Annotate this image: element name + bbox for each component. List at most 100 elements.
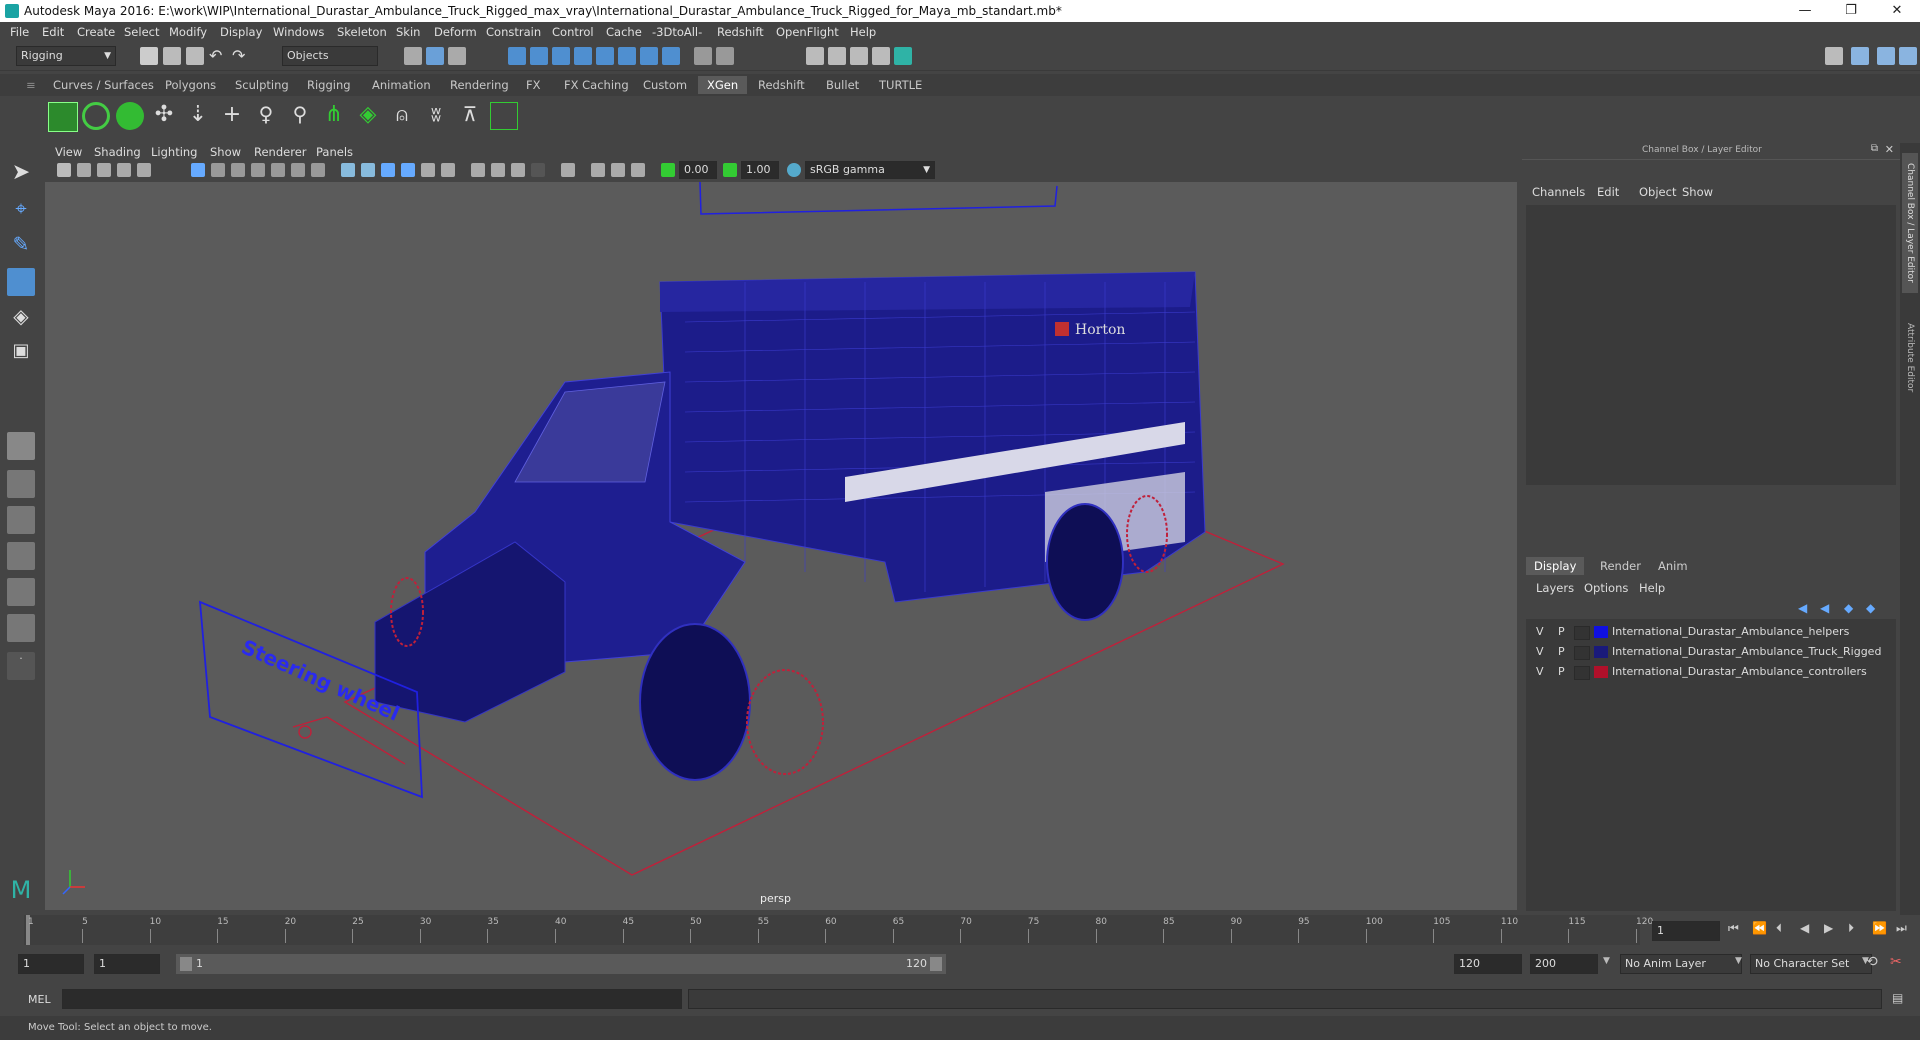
time-slider[interactable]: 1 5 10 15 20 25 30 35 40 45 50 55 60 65 70 75 80 85 90 95 10…: [0, 915, 1920, 945]
xray-joints-icon[interactable]: [611, 163, 625, 177]
shelf-tab-rendering[interactable]: Rendering: [441, 76, 518, 94]
select-tool-icon[interactable]: ➤: [7, 160, 35, 188]
wireframe-on-shaded-icon[interactable]: [381, 163, 395, 177]
new-scene-icon[interactable]: [140, 47, 158, 65]
shelf-tab-custom[interactable]: Custom: [634, 76, 696, 94]
shelf-tab-fx-caching[interactable]: FX Caching: [555, 76, 638, 94]
menu-deform[interactable]: Deform: [434, 25, 477, 39]
wireframe-icon[interactable]: [341, 163, 355, 177]
viewport-menu-renderer[interactable]: Renderer: [254, 145, 307, 159]
xgen-guides-icon[interactable]: ✣: [150, 102, 178, 130]
menu-create[interactable]: Create: [77, 25, 115, 39]
depth-of-field-icon[interactable]: [531, 163, 545, 177]
shelf-tab-animation[interactable]: Animation: [363, 76, 440, 94]
layer-name[interactable]: International_Durastar_Ambulance_helpers: [1612, 625, 1849, 638]
menu-skeleton[interactable]: Skeleton: [337, 25, 387, 39]
command-input[interactable]: [62, 989, 682, 1009]
layer-visibility-toggle[interactable]: V: [1536, 665, 1544, 678]
step-back-icon[interactable]: ⏪: [1752, 921, 1767, 935]
scale-tool-icon[interactable]: ▣: [7, 340, 35, 368]
undo-icon[interactable]: ↶: [209, 47, 227, 65]
exposure-icon[interactable]: [661, 163, 675, 177]
channel-box-side-tab[interactable]: Channel Box / Layer Editor: [1902, 153, 1918, 293]
steering-controller[interactable]: [298, 725, 312, 739]
step-forward-icon[interactable]: ⏩: [1872, 921, 1887, 935]
viewport-menu-lighting[interactable]: Lighting: [151, 145, 197, 159]
menu-select[interactable]: Select: [124, 25, 159, 39]
snap-view-plane-icon[interactable]: [574, 47, 592, 65]
xgen-editor-icon[interactable]: [48, 102, 78, 132]
anim-layer-dropdown[interactable]: No Anim Layer: [1620, 954, 1742, 974]
grid-toggle-icon[interactable]: [191, 163, 205, 177]
move-layer-down-icon[interactable]: ◀: [1820, 601, 1829, 615]
auto-key-icon[interactable]: ⟲: [1866, 954, 1878, 970]
channel-list[interactable]: [1526, 205, 1896, 485]
toggle-tool-settings-icon[interactable]: [1899, 47, 1917, 65]
four-view-layout-icon[interactable]: [7, 470, 35, 498]
select-object-icon[interactable]: [426, 47, 444, 65]
textured-icon[interactable]: [401, 163, 415, 177]
go-to-end-icon[interactable]: ⏭: [1896, 921, 1907, 936]
menu-help[interactable]: Help: [850, 25, 876, 39]
input-output-icon[interactable]: [716, 47, 734, 65]
minimize-button[interactable]: —: [1782, 0, 1828, 22]
xgen-preview-icon[interactable]: [82, 102, 110, 130]
front-wheel[interactable]: [639, 623, 751, 781]
isolate-select-icon[interactable]: [561, 163, 575, 177]
range-slider-bar[interactable]: 1 120: [176, 954, 946, 974]
xgen-lock-length-icon[interactable]: ⚲: [286, 102, 314, 130]
anim-end-field[interactable]: 200: [1530, 954, 1598, 974]
xgen-groom-icon[interactable]: ⍝: [388, 102, 416, 130]
layer-name[interactable]: International_Durastar_Ambulance_Truck_R…: [1612, 645, 1881, 658]
camera-attributes-icon[interactable]: [77, 163, 91, 177]
current-frame-field[interactable]: 1: [1652, 921, 1720, 941]
snap-point-icon[interactable]: [552, 47, 570, 65]
layer-row[interactable]: V P International_Durastar_Ambulance_hel…: [1526, 623, 1896, 641]
smooth-shade-icon[interactable]: [361, 163, 375, 177]
go-to-start-icon[interactable]: ⏮: [1728, 921, 1739, 936]
channels-show-menu[interactable]: Show: [1682, 185, 1713, 199]
xgen-sculpt-guide-icon[interactable]: ♀: [252, 102, 280, 130]
layer-visibility-toggle[interactable]: V: [1536, 645, 1544, 658]
history-icon[interactable]: [640, 47, 658, 65]
layers-menu[interactable]: Layers: [1536, 581, 1574, 595]
gate-mask-icon[interactable]: [251, 163, 265, 177]
range-start-field[interactable]: 1: [18, 954, 84, 974]
selection-mask-dropdown[interactable]: Objects: [282, 46, 378, 66]
camera-select-icon[interactable]: [57, 163, 71, 177]
toggle-attribute-editor-icon[interactable]: [1877, 47, 1895, 65]
layer-type-toggle[interactable]: [1574, 666, 1590, 680]
menu-cache[interactable]: Cache: [606, 25, 642, 39]
rotate-tool-icon[interactable]: ◈: [7, 304, 35, 332]
channels-object-menu[interactable]: Object: [1639, 185, 1676, 199]
single-perspective-layout-icon[interactable]: [7, 432, 35, 460]
safe-action-icon[interactable]: [291, 163, 305, 177]
new-layer-icon[interactable]: ◆: [1844, 601, 1853, 615]
layer-type-toggle[interactable]: [1574, 646, 1590, 660]
shelf-tab-fx[interactable]: FX: [517, 76, 550, 94]
motion-blur-icon[interactable]: [491, 163, 505, 177]
toggle-channel-box-icon[interactable]: [1851, 47, 1869, 65]
construction-icon[interactable]: [662, 47, 680, 65]
exposure-field[interactable]: 0.00: [679, 161, 717, 179]
channels-menu[interactable]: Channels: [1532, 185, 1585, 199]
persp-outliner-layout-icon[interactable]: [7, 506, 35, 534]
shelf-tab-polygons[interactable]: Polygons: [156, 76, 225, 94]
persp-graph-layout-icon[interactable]: [7, 542, 35, 570]
xgen-description-icon[interactable]: [116, 102, 144, 130]
layer-name[interactable]: International_Durastar_Ambulance_control…: [1612, 665, 1867, 678]
animation-preferences-icon[interactable]: ✂: [1890, 954, 1902, 970]
menu-modify[interactable]: Modify: [169, 25, 207, 39]
menu-control[interactable]: Control: [552, 25, 594, 39]
menu-skin[interactable]: Skin: [396, 25, 420, 39]
layer-color-swatch[interactable]: [1594, 646, 1608, 658]
shelf-tab-bullet[interactable]: Bullet: [817, 76, 868, 94]
persp-hypershade-layout-icon[interactable]: [7, 578, 35, 606]
xgen-cut-icon[interactable]: ⊼: [456, 102, 484, 130]
layer-color-swatch[interactable]: [1594, 626, 1608, 638]
xgen-guide-selection-icon[interactable]: [490, 102, 518, 130]
paint-select-tool-icon[interactable]: ✎: [7, 232, 35, 260]
render-frame-icon[interactable]: [806, 47, 824, 65]
xgen-place-guide-icon[interactable]: ⇣: [184, 102, 212, 130]
workspace-icon[interactable]: [1825, 47, 1843, 65]
